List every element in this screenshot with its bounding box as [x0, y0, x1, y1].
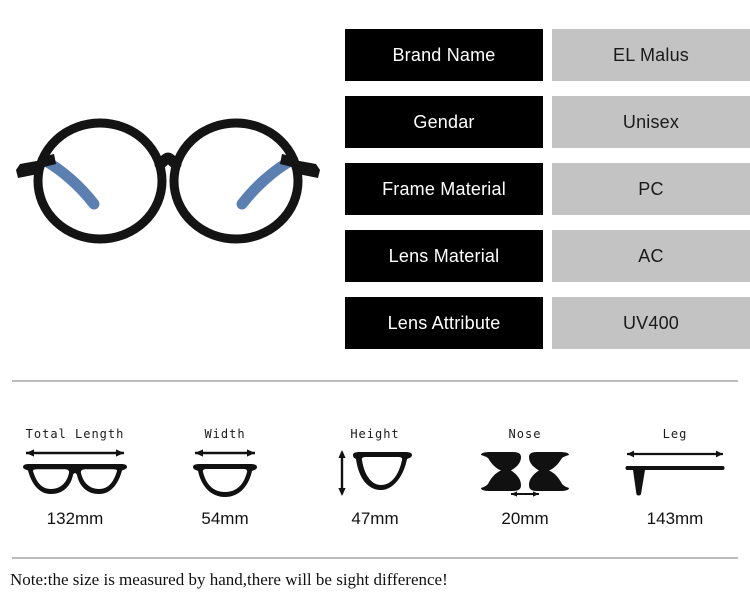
measure-value: 47mm [351, 509, 399, 528]
lens-width-icon [183, 443, 267, 503]
measure-item-width: Width 54mm [150, 425, 300, 540]
measure-label: Nose [508, 427, 542, 441]
spec-value-frame-material: PC [552, 163, 750, 215]
measure-item-leg: Leg 143mm [600, 425, 750, 540]
measure-label: Total Length [25, 427, 125, 441]
table-row: Brand Name EL Malus [345, 29, 750, 81]
cell-gap [543, 230, 552, 282]
spec-key-brand-name: Brand Name [345, 29, 543, 81]
table-row: Lens Material AC [345, 230, 750, 282]
table-row: Gendar Unisex [345, 96, 750, 148]
measure-item-total-length: Total Length 132mm [0, 425, 150, 540]
cell-gap [543, 297, 552, 349]
temple-leg-icon [619, 443, 731, 503]
nose-bridge-icon [477, 443, 573, 503]
measure-item-nose: Nose 20mm [450, 425, 600, 540]
measure-value: 143mm [646, 509, 704, 528]
measure-value: 132mm [46, 509, 104, 528]
spec-key-gendar: Gendar [345, 96, 543, 148]
cell-gap [543, 96, 552, 148]
spec-value-lens-material: AC [552, 230, 750, 282]
specification-table: Brand Name EL Malus Gendar Unisex Frame … [345, 29, 750, 364]
table-row: Lens Attribute UV400 [345, 297, 750, 349]
cell-gap [543, 163, 552, 215]
spec-key-lens-attribute: Lens Attribute [345, 297, 543, 349]
cell-gap [543, 29, 552, 81]
section-divider-top [12, 380, 738, 382]
spec-key-lens-material: Lens Material [345, 230, 543, 282]
measure-label: Leg [662, 427, 688, 441]
section-divider-bottom [12, 557, 738, 559]
lens-height-icon [333, 443, 417, 503]
measure-label: Height [350, 427, 400, 441]
measure-value: 54mm [201, 509, 249, 528]
measure-item-height: Height 47mm [300, 425, 450, 540]
product-overview-section: Brand Name EL Malus Gendar Unisex Frame … [0, 0, 750, 368]
product-photo [8, 108, 328, 258]
table-row: Frame Material PC [345, 163, 750, 215]
measurement-note: Note:the size is measured by hand,there … [10, 570, 448, 589]
measure-value: 20mm [501, 509, 549, 528]
spec-key-frame-material: Frame Material [345, 163, 543, 215]
size-measurements-section: Total Length 132mm Width 54mm Height 47m… [0, 425, 750, 540]
measure-label: Width [204, 427, 246, 441]
glasses-full-icon [16, 443, 134, 503]
spec-value-gendar: Unisex [552, 96, 750, 148]
spec-value-lens-attribute: UV400 [552, 297, 750, 349]
spec-value-brand-name: EL Malus [552, 29, 750, 81]
